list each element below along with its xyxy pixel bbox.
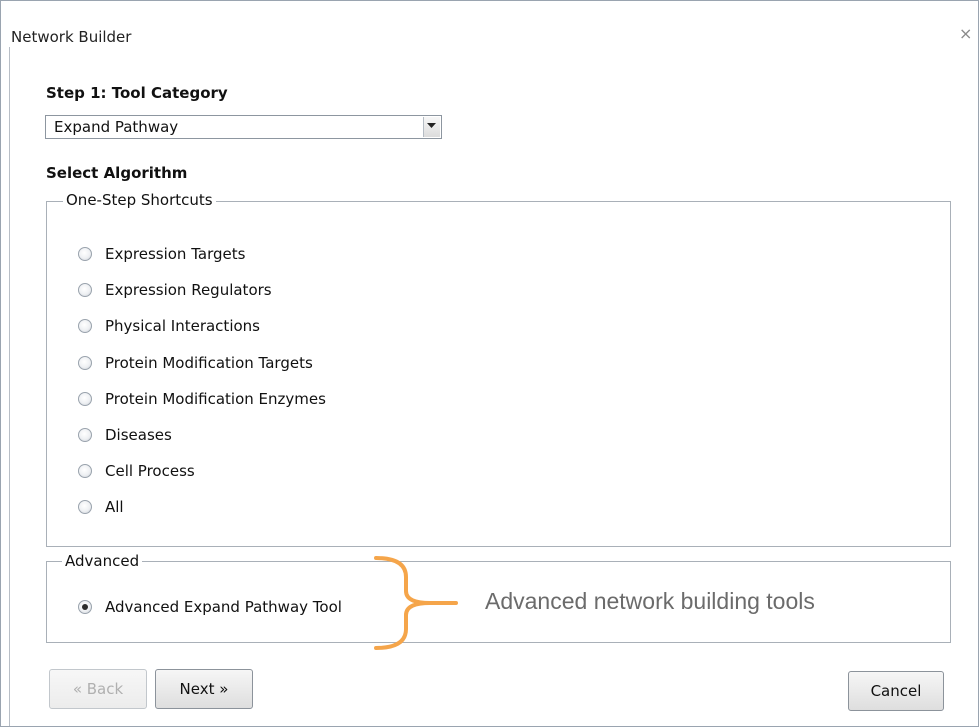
option-label: Diseases [105,426,172,444]
option-label: Protein Modification Enzymes [105,390,326,408]
option-label: Physical Interactions [105,317,260,335]
window-title: Network Builder [11,28,132,46]
cancel-button[interactable]: Cancel [848,671,944,711]
back-button[interactable]: « Back [49,669,147,709]
next-button[interactable]: Next » [155,669,253,709]
one-step-shortcuts-legend: One-Step Shortcuts [63,192,216,208]
radio-button[interactable] [78,600,92,614]
bracket-shape [374,556,458,650]
option-label: All [105,498,124,516]
tool-category-select[interactable]: Expand Pathway [45,115,442,139]
radio-button[interactable] [78,464,92,478]
option-label: Protein Modification Targets [105,354,313,372]
title-bar: Network Builder × [1,1,978,45]
select-algorithm-heading: Select Algorithm [46,164,188,182]
option-label: Cell Process [105,462,195,480]
tool-category-value: Expand Pathway [54,118,179,136]
radio-button[interactable] [78,356,92,370]
close-icon[interactable]: × [959,26,972,42]
curly-bracket-annotation [374,556,458,650]
step1-heading: Step 1: Tool Category [46,84,228,102]
option-label: Expression Targets [105,245,246,263]
option-label: Expression Regulators [105,281,272,299]
chevron-down-icon[interactable] [423,117,440,137]
annotation-text: Advanced network building tools [485,588,815,614]
radio-button[interactable] [78,392,92,406]
option-label: Advanced Expand Pathway Tool [105,598,342,616]
radio-button[interactable] [78,283,92,297]
radio-button[interactable] [78,247,92,261]
radio-button[interactable] [78,319,92,333]
radio-button[interactable] [78,428,92,442]
advanced-legend: Advanced [62,553,143,569]
radio-button[interactable] [78,500,92,514]
